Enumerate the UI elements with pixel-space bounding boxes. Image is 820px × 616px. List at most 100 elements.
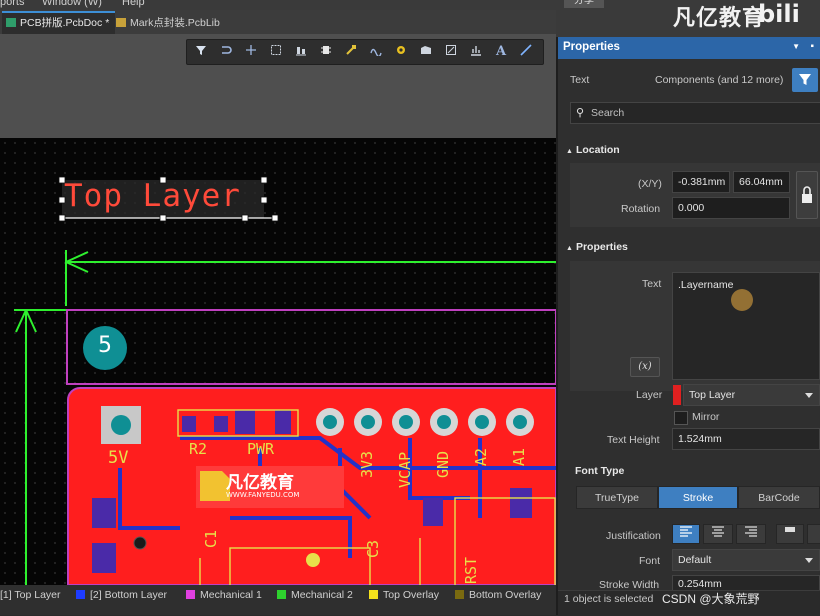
layer-tab-mech1[interactable]: Mechanical 1 bbox=[186, 589, 262, 601]
align-icon[interactable] bbox=[293, 44, 309, 60]
logo-url: WWW.FANYEDU.COM bbox=[226, 491, 300, 499]
pad-icon[interactable] bbox=[418, 44, 434, 60]
font-dropdown-value: Default bbox=[678, 554, 712, 566]
lock-icon bbox=[802, 186, 812, 203]
line-icon[interactable] bbox=[518, 44, 534, 60]
layer-tab-top[interactable]: [1] Top Layer bbox=[0, 589, 61, 601]
layer-tab-top-overlay[interactable]: Top Overlay bbox=[369, 589, 439, 601]
panel-pin-icon[interactable]: ▪ bbox=[810, 41, 814, 52]
menu-item-help[interactable]: Help bbox=[122, 0, 145, 8]
layer-tab-bar: [1] Top Layer [2] Bottom Layer Mechanica… bbox=[0, 585, 556, 615]
font-type-barcode[interactable]: BarCode bbox=[738, 486, 820, 509]
layer-swatch-bottom-overlay bbox=[455, 590, 464, 599]
search-input[interactable]: ⚲ Search bbox=[570, 102, 820, 124]
justify-more-button[interactable] bbox=[807, 524, 820, 544]
arc-icon[interactable] bbox=[368, 44, 384, 60]
credit-text: CSDN @大象荒野 bbox=[662, 592, 760, 606]
properties-section-header[interactable]: ▲ Properties bbox=[566, 241, 628, 253]
silk-label-c1: C1 bbox=[202, 529, 220, 548]
net-color-icon[interactable] bbox=[343, 44, 359, 60]
align-center-icon bbox=[712, 526, 724, 537]
silk-label-c3: C3 bbox=[364, 539, 382, 558]
xy-label: (X/Y) bbox=[638, 178, 662, 190]
funnel-icon bbox=[799, 74, 811, 85]
tab-pcb-lib[interactable]: Mark点封装.PcbLib bbox=[112, 13, 226, 34]
location-section-label: Location bbox=[575, 144, 620, 156]
font-type-label: Font Type bbox=[575, 465, 625, 477]
font-type-truetype[interactable]: TrueType bbox=[576, 486, 658, 509]
align-left-icon bbox=[680, 526, 692, 537]
mirror-label: Mirror bbox=[692, 411, 720, 423]
menu-item-window[interactable]: Window (W) bbox=[42, 0, 102, 8]
layer-tab-bottom-overlay-label: Bottom Overlay bbox=[469, 589, 542, 601]
text-label: Text bbox=[642, 278, 662, 290]
filter-label: Text bbox=[570, 74, 590, 86]
panel-menu-icon[interactable]: ▼ bbox=[792, 42, 800, 51]
selected-text-object[interactable]: Top Layer bbox=[64, 178, 241, 214]
filter-icon[interactable] bbox=[193, 44, 209, 60]
mirror-checkbox[interactable] bbox=[674, 411, 688, 425]
location-section-header[interactable]: ▲ Location bbox=[566, 144, 620, 156]
properties-title: Properties bbox=[563, 41, 620, 53]
via-icon[interactable] bbox=[393, 44, 409, 60]
component-icon[interactable] bbox=[318, 44, 334, 60]
layer-swatch-bottom bbox=[76, 590, 85, 599]
layer-label: Layer bbox=[636, 389, 663, 401]
share-button[interactable]: 分享 bbox=[564, 0, 604, 8]
chevron-down-icon bbox=[805, 558, 813, 563]
justify-top-button[interactable] bbox=[776, 524, 804, 544]
chevron-down-icon bbox=[805, 393, 813, 398]
x-field[interactable]: -0.381mm bbox=[672, 171, 730, 193]
properties-section-label: Properties bbox=[575, 241, 628, 253]
align-right-icon bbox=[745, 526, 757, 537]
layer-tab-bottom-label: [2] Bottom Layer bbox=[90, 589, 168, 601]
font-type-stroke[interactable]: Stroke bbox=[658, 486, 738, 509]
rect-select-icon[interactable] bbox=[268, 44, 284, 60]
layer-tab-top-overlay-label: Top Overlay bbox=[383, 589, 440, 601]
search-placeholder: Search bbox=[590, 107, 625, 119]
logo-text: 凡亿教育 bbox=[226, 473, 294, 493]
font-label: Font bbox=[639, 555, 661, 567]
layer-tab-bottom-overlay[interactable]: Bottom Overlay bbox=[455, 589, 541, 601]
justify-center-button[interactable] bbox=[703, 524, 733, 544]
collapse-icon: ▲ bbox=[566, 245, 573, 252]
route-icon[interactable] bbox=[218, 44, 234, 60]
mechanical-outline bbox=[66, 309, 556, 385]
text-value-field[interactable]: .Layername bbox=[672, 272, 820, 380]
justify-left-button[interactable] bbox=[672, 524, 700, 544]
lock-button[interactable] bbox=[796, 171, 818, 219]
pcb-canvas[interactable]: Top Layer 5 5V R2 PWR 3V3 VCAP GND A2 A1… bbox=[0, 138, 556, 585]
selection-status: 1 object is selected bbox=[564, 593, 654, 605]
layer-tab-mech1-label: Mechanical 1 bbox=[200, 589, 262, 601]
properties-panel-header: Properties ▼ ▪ bbox=[558, 37, 820, 59]
layer-tab-bottom[interactable]: [2] Bottom Layer bbox=[76, 589, 167, 601]
layer-swatch-mech2 bbox=[277, 590, 286, 599]
pcb-lib-icon bbox=[116, 18, 126, 27]
filter-value[interactable]: Components (and 12 more) bbox=[655, 74, 783, 86]
silk-label-a2: A2 bbox=[472, 447, 490, 466]
chart-icon[interactable] bbox=[468, 44, 484, 60]
y-field[interactable]: 66.04mm bbox=[733, 171, 790, 193]
text-height-field[interactable]: 1.524mm bbox=[672, 428, 820, 450]
layer-tab-mech2[interactable]: Mechanical 2 bbox=[277, 589, 353, 601]
watermark-bilibili: bili bbox=[758, 0, 816, 34]
tab-pcb-doc[interactable]: PCB拼版.PcbDoc * bbox=[2, 11, 116, 34]
fx-button[interactable]: (x) bbox=[630, 357, 660, 377]
font-dropdown[interactable]: Default bbox=[672, 549, 820, 571]
menu-item-ports[interactable]: ports bbox=[0, 0, 24, 8]
rotation-label: Rotation bbox=[621, 203, 661, 215]
region-icon[interactable] bbox=[443, 44, 459, 60]
layer-number-label: 5 bbox=[98, 333, 112, 358]
watermark-brand: 凡亿教育 bbox=[672, 6, 765, 31]
silk-label-r2: R2 bbox=[189, 440, 208, 458]
filter-button[interactable] bbox=[792, 68, 818, 92]
justify-right-button[interactable] bbox=[736, 524, 766, 544]
svg-text:bili: bili bbox=[758, 0, 800, 28]
text-icon[interactable]: A bbox=[493, 44, 509, 60]
layer-tab-top-label: [1] Top Layer bbox=[0, 589, 61, 601]
rotation-field[interactable]: 0.000 bbox=[672, 197, 790, 219]
cross-icon[interactable] bbox=[243, 44, 259, 60]
layer-tab-mech2-label: Mechanical 2 bbox=[291, 589, 353, 601]
layer-dropdown[interactable]: Top Layer bbox=[683, 384, 820, 406]
silk-label-vcap: VCAP bbox=[396, 451, 414, 488]
